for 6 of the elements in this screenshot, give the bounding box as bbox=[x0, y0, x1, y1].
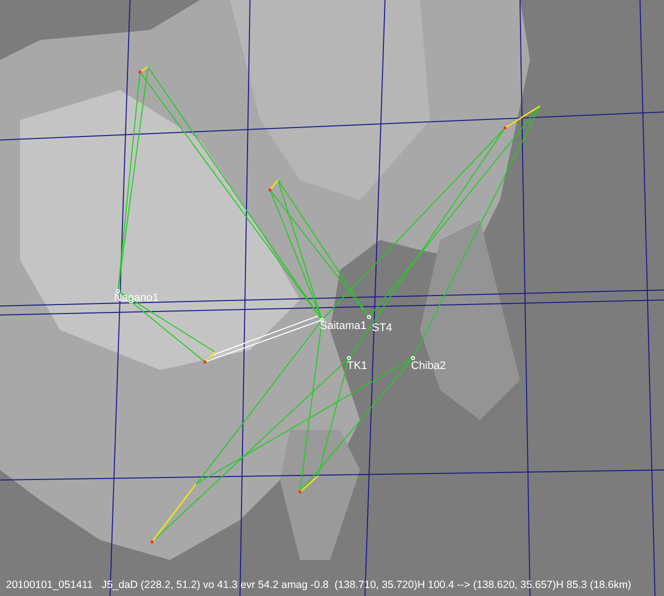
station-label: Chiba2 bbox=[411, 360, 446, 373]
station-marker-icon bbox=[367, 315, 371, 319]
station-marker-icon bbox=[347, 356, 351, 360]
station-marker-icon bbox=[411, 356, 415, 360]
station-marker-icon bbox=[116, 289, 120, 293]
station-label: TK1 bbox=[347, 360, 368, 373]
